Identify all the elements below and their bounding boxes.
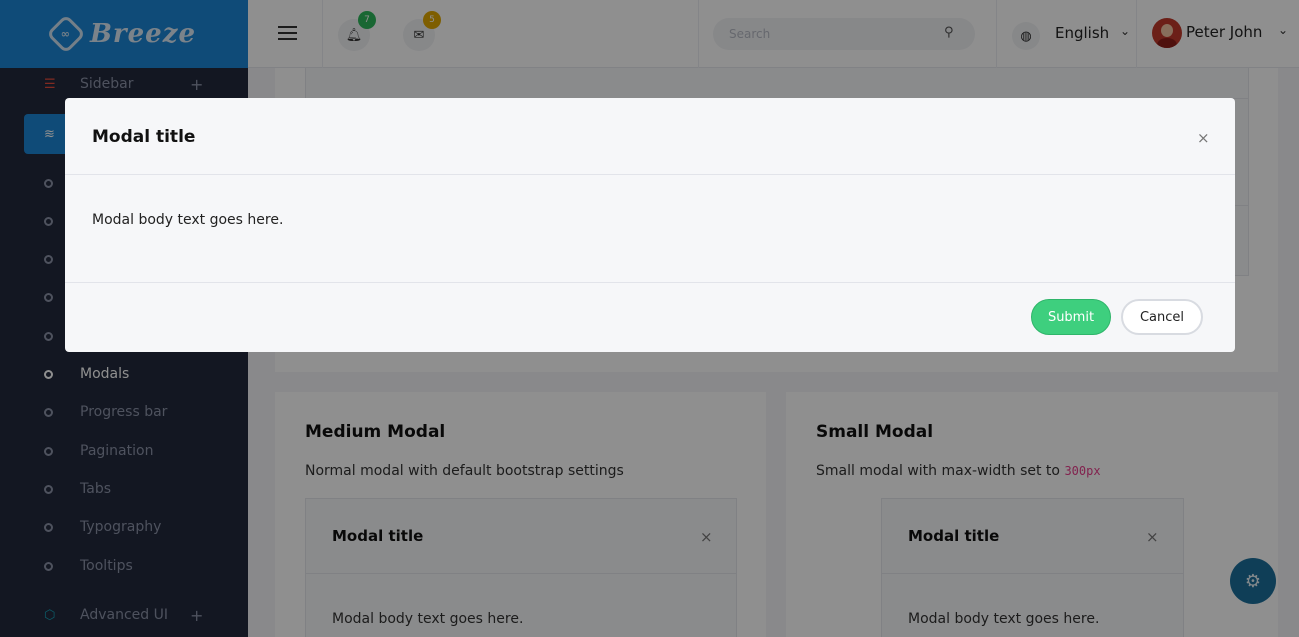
modal-dialog: Modal title × Modal body text goes here.… (65, 98, 1235, 352)
submit-button[interactable]: Submit (1031, 299, 1111, 335)
modal-title: Modal title (92, 127, 196, 147)
divider (65, 282, 1235, 283)
close-icon[interactable]: × (1197, 129, 1210, 147)
modal-body: Modal body text goes here. (92, 212, 284, 228)
cancel-button[interactable]: Cancel (1121, 299, 1203, 335)
divider (65, 174, 1235, 175)
